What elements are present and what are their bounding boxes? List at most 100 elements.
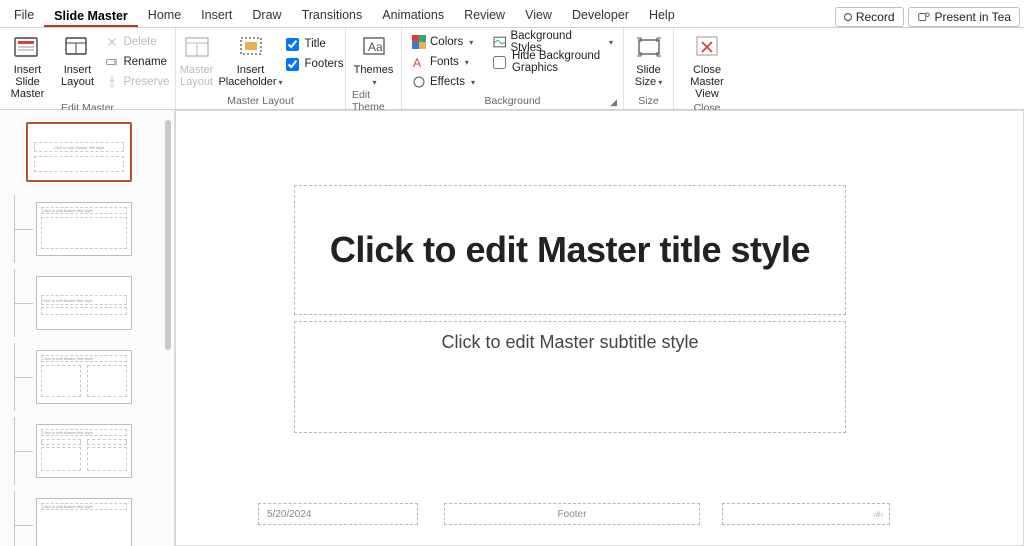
group-edit-master: Insert Slide Master Insert Layout Delete… bbox=[0, 28, 176, 109]
thumbnail-layout-3[interactable]: Click to edit Master title style bbox=[36, 350, 132, 404]
group-edit-theme: Aa Themes▾ Edit Theme bbox=[346, 28, 402, 109]
thumb-title: Click to edit Master title style bbox=[41, 355, 127, 362]
slide-number-placeholder[interactable]: ‹#› bbox=[722, 503, 890, 525]
title-checkbox[interactable]: Title bbox=[282, 34, 348, 54]
insert-slide-master-button[interactable]: Insert Slide Master bbox=[1, 30, 53, 102]
present-label: Present in Tea bbox=[935, 10, 1012, 24]
thumbnail-layout-5[interactable]: Click to edit Master title style bbox=[36, 498, 132, 546]
themes-label: Themes▾ bbox=[354, 64, 394, 89]
master-layout-button[interactable]: Master Layout bbox=[174, 30, 220, 90]
group-label-master-layout: Master Layout bbox=[227, 95, 294, 107]
slide-canvas[interactable]: Click to edit Master title style Click t… bbox=[216, 111, 1013, 537]
thumbnail-layout-2[interactable]: Click to edit Master title style bbox=[36, 276, 132, 330]
title-checkbox-input[interactable] bbox=[286, 38, 299, 51]
tab-transitions[interactable]: Transitions bbox=[292, 3, 373, 27]
group-size: Slide Size▾ Size bbox=[624, 28, 674, 109]
hide-background-label: Hide Background Graphics bbox=[512, 50, 613, 74]
date-placeholder[interactable]: 5/20/2024 bbox=[258, 503, 418, 525]
footer-text: Footer bbox=[558, 509, 587, 520]
group-master-layout: Master Layout Insert Placeholder▾ Title … bbox=[176, 28, 346, 109]
thumbnail-list: Click to edit Master title style Click t… bbox=[0, 110, 160, 546]
tab-draw[interactable]: Draw bbox=[242, 3, 291, 27]
thumbnail-scrollbar[interactable] bbox=[165, 120, 171, 420]
master-layout-icon bbox=[182, 32, 212, 62]
thumbnail-scrollthumb[interactable] bbox=[165, 120, 171, 350]
footer-placeholder[interactable]: Footer bbox=[444, 503, 700, 525]
hide-background-checkbox-input[interactable] bbox=[493, 56, 506, 69]
delete-button[interactable]: Delete bbox=[101, 32, 173, 52]
insert-layout-label: Insert Layout bbox=[59, 64, 95, 88]
thumb-title: Click to edit Master title style bbox=[41, 429, 127, 436]
ribbon: Insert Slide Master Insert Layout Delete… bbox=[0, 28, 1024, 110]
title-checkbox-label: Title bbox=[305, 38, 326, 50]
preserve-button[interactable]: Preserve bbox=[101, 72, 173, 92]
slide-size-icon bbox=[634, 32, 664, 62]
colors-button[interactable]: Colors▾ bbox=[408, 32, 479, 52]
insert-layout-icon bbox=[62, 32, 92, 62]
close-master-view-button[interactable]: Close Master View bbox=[678, 30, 736, 102]
tab-animations[interactable]: Animations bbox=[372, 3, 454, 27]
footers-checkbox[interactable]: Footers bbox=[282, 54, 348, 74]
thumb-title: Click to edit Master title style bbox=[41, 207, 127, 214]
master-subtitle-placeholder[interactable]: Click to edit Master subtitle style bbox=[294, 321, 846, 433]
thumb-master-title: Click to edit Master title style bbox=[34, 142, 124, 152]
thumbnail-layout-4[interactable]: Click to edit Master title style bbox=[36, 424, 132, 478]
menu-tabs: File Slide Master Home Insert Draw Trans… bbox=[0, 0, 1024, 28]
rename-button[interactable]: Rename bbox=[101, 52, 173, 72]
svg-text:A: A bbox=[413, 56, 421, 69]
effects-icon bbox=[412, 75, 426, 89]
thumb-title: Click to edit Master title style bbox=[41, 503, 127, 510]
insert-layout-button[interactable]: Insert Layout bbox=[55, 30, 99, 90]
themes-icon: Aa bbox=[359, 32, 389, 62]
date-text: 5/20/2024 bbox=[267, 509, 312, 520]
tab-review[interactable]: Review bbox=[454, 3, 515, 27]
tree-connector bbox=[15, 377, 33, 378]
thumbnail-layout-1[interactable]: Click to edit Master title style bbox=[36, 202, 132, 256]
tab-help[interactable]: Help bbox=[639, 3, 685, 27]
tab-view[interactable]: View bbox=[515, 3, 562, 27]
colors-icon bbox=[412, 35, 426, 49]
delete-icon bbox=[105, 35, 119, 49]
tree-connector bbox=[15, 229, 33, 230]
tab-home[interactable]: Home bbox=[138, 3, 191, 27]
background-styles-icon bbox=[493, 35, 507, 49]
hide-background-checkbox[interactable]: Hide Background Graphics bbox=[489, 52, 617, 72]
tab-file[interactable]: File bbox=[4, 3, 44, 27]
insert-slide-master-icon bbox=[12, 32, 42, 62]
rename-label: Rename bbox=[123, 56, 166, 68]
tree-connector bbox=[15, 525, 33, 526]
slide-editor: Click to edit Master title style Click t… bbox=[175, 110, 1024, 546]
colors-label: Colors bbox=[430, 36, 463, 48]
record-label: Record bbox=[856, 10, 895, 24]
footers-checkbox-input[interactable] bbox=[286, 58, 299, 71]
background-styles-button[interactable]: Background Styles▾ bbox=[489, 32, 617, 52]
group-background: Colors▾ A Fonts▾ Effects▾ Background Sty… bbox=[402, 28, 624, 109]
slide-size-label: Slide Size▾ bbox=[632, 64, 666, 89]
workspace: Click to edit Master title style Click t… bbox=[0, 110, 1024, 546]
insert-placeholder-button[interactable]: Insert Placeholder▾ bbox=[222, 30, 280, 91]
thumbnail-master[interactable]: Click to edit Master title style bbox=[26, 122, 132, 182]
master-title-placeholder[interactable]: Click to edit Master title style bbox=[294, 185, 846, 315]
tab-insert[interactable]: Insert bbox=[191, 3, 242, 27]
effects-button[interactable]: Effects▾ bbox=[408, 72, 479, 92]
insert-placeholder-label: Insert Placeholder▾ bbox=[218, 64, 282, 89]
slide-size-button[interactable]: Slide Size▾ bbox=[628, 30, 670, 91]
delete-label: Delete bbox=[123, 36, 156, 48]
teams-icon bbox=[917, 10, 931, 24]
fonts-button[interactable]: A Fonts▾ bbox=[408, 52, 479, 72]
footers-checkbox-label: Footers bbox=[305, 58, 344, 70]
slide-number-text: ‹#› bbox=[873, 510, 883, 519]
themes-button[interactable]: Aa Themes▾ bbox=[350, 30, 398, 91]
fonts-icon: A bbox=[412, 55, 426, 69]
preserve-label: Preserve bbox=[123, 76, 169, 88]
background-launcher[interactable]: ◢ bbox=[610, 97, 617, 108]
insert-placeholder-icon bbox=[236, 32, 266, 62]
master-layout-label: Master Layout bbox=[178, 64, 216, 88]
master-subtitle-text: Click to edit Master subtitle style bbox=[441, 332, 698, 352]
insert-slide-master-label: Insert Slide Master bbox=[5, 64, 49, 100]
present-in-teams-button[interactable]: Present in Tea bbox=[908, 7, 1021, 27]
tab-slide-master[interactable]: Slide Master bbox=[44, 4, 138, 28]
tab-developer[interactable]: Developer bbox=[562, 3, 639, 27]
record-button[interactable]: Record bbox=[835, 7, 904, 27]
thumb-title: Click to edit Master title style bbox=[41, 295, 127, 305]
